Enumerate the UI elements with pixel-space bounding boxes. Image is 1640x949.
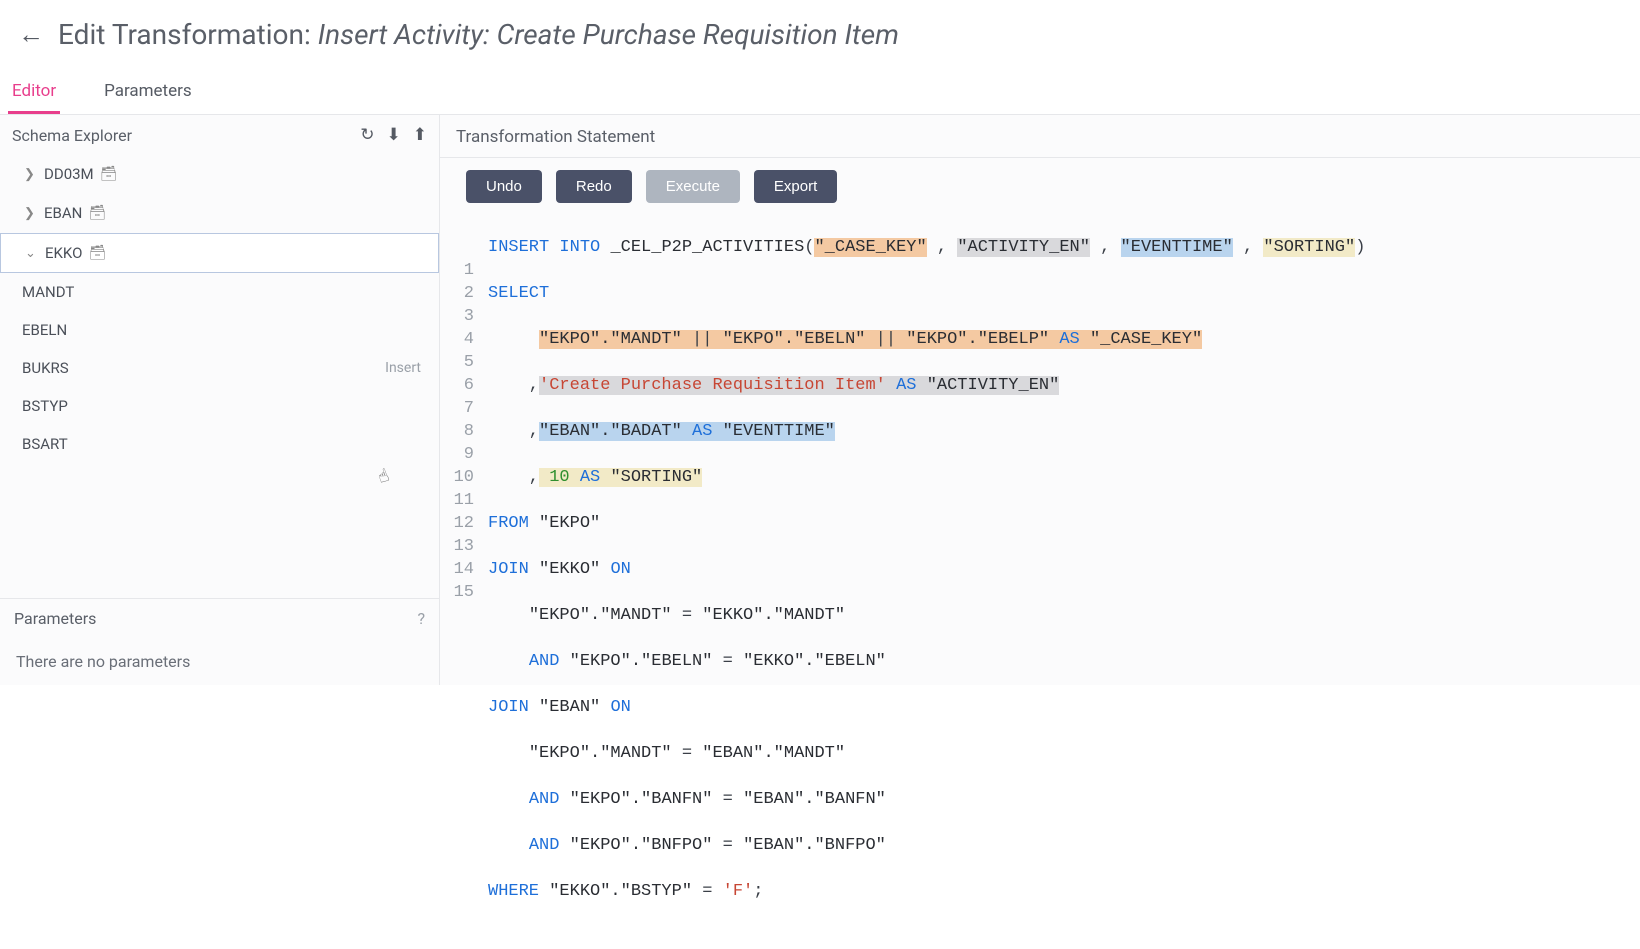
left-sidebar: Schema Explorer ↻ ⬇︎ ⬆︎ ❯ DD03M 🗃︎ ❯ EBA…: [0, 115, 440, 685]
column-bstyp[interactable]: BSTYP: [0, 387, 439, 425]
parameters-panel-title: Parameters: [14, 609, 96, 628]
table-node-dd03m[interactable]: ❯ DD03M 🗃︎: [0, 155, 439, 194]
table-node-ekko[interactable]: ⌄ EKKO 🗃︎: [0, 233, 439, 273]
page-title-italic: Insert Activity: Create Purchase Requisi…: [318, 18, 899, 51]
history-icon[interactable]: ↻: [360, 125, 374, 145]
table-label: EBAN: [44, 204, 82, 222]
page-title: Edit Transformation: Insert Activity: Cr…: [58, 18, 899, 51]
code-editor[interactable]: 123456789101112131415 INSERT INTO _CEL_P…: [440, 213, 1640, 949]
table-label: EKKO: [45, 244, 82, 262]
back-arrow-icon[interactable]: ←: [18, 19, 44, 50]
code-token: "EVENTTIME": [723, 422, 835, 441]
code-token: _CEL_P2P_ACTIVITIES: [610, 238, 804, 257]
chevron-right-icon: ❯: [24, 206, 38, 221]
column-ebeln[interactable]: EBELN: [0, 311, 439, 349]
code-token: "EKKO"."MANDT": [702, 606, 845, 625]
code-token: "EKPO": [539, 514, 600, 533]
column-label: BUKRS: [22, 359, 69, 377]
table-label: DD03M: [44, 165, 94, 183]
code-token: "EBAN"."BANFN": [743, 790, 886, 809]
schema-explorer-tools: ↻ ⬇︎ ⬆︎: [360, 125, 427, 145]
code-token: "EBAN"."BADAT": [539, 422, 682, 441]
expand-all-icon[interactable]: ⬆︎: [413, 125, 427, 145]
chevron-down-icon: ⌄: [25, 246, 39, 261]
redo-button[interactable]: Redo: [556, 170, 632, 203]
column-label: BSTYP: [22, 397, 68, 415]
code-token: "EKPO"."MANDT": [529, 744, 672, 763]
page-title-prefix: Edit Transformation:: [58, 18, 318, 51]
code-token: "EKPO"."MANDT": [529, 606, 672, 625]
code-token: "EKKO": [539, 560, 600, 579]
column-label: BSART: [22, 435, 68, 453]
insert-column-link[interactable]: Insert: [385, 360, 421, 376]
parameters-empty-text: There are no parameters: [0, 638, 439, 685]
code-token: 10: [549, 468, 569, 487]
code-token: "EKPO"."MANDT": [539, 330, 682, 349]
column-label: EBELN: [22, 321, 67, 339]
code-token: "EVENTTIME": [1121, 238, 1233, 257]
code-token: "EKPO"."EBELN": [723, 330, 866, 349]
code-token: "ACTIVITY_EN": [927, 376, 1060, 395]
chevron-right-icon: ❯: [24, 167, 38, 182]
code-token: "_CASE_KEY": [814, 238, 926, 257]
table-icon: 🗃︎: [88, 205, 106, 221]
editor-title: Transformation Statement: [440, 115, 1640, 158]
code-token: 'Create Purchase Requisition Item': [539, 376, 886, 395]
parameters-panel-header: Parameters ?: [0, 598, 439, 638]
column-bukrs[interactable]: BUKRS Insert: [0, 349, 439, 387]
undo-button[interactable]: Undo: [466, 170, 542, 203]
page-header: ← Edit Transformation: Insert Activity: …: [0, 0, 1640, 63]
code-token: "EKKO"."BSTYP": [549, 882, 692, 901]
editor-toolbar: Undo Redo Execute Export: [440, 158, 1640, 213]
table-icon: 🗃︎: [88, 245, 106, 261]
main-tabs: Editor Parameters: [0, 63, 1640, 115]
code-token: "EBAN"."MANDT": [702, 744, 845, 763]
line-gutter: 123456789101112131415: [440, 213, 488, 949]
schema-explorer-title: Schema Explorer: [12, 126, 132, 145]
code-token: "EKPO"."EBELN": [570, 652, 713, 671]
code-token: "SORTING": [610, 468, 702, 487]
table-icon: 🗃︎: [100, 166, 118, 182]
schema-tree: ❯ DD03M 🗃︎ ❯ EBAN 🗃︎ ⌄ EKKO 🗃︎ MANDT EBE…: [0, 155, 439, 598]
workspace: Schema Explorer ↻ ⬇︎ ⬆︎ ❯ DD03M 🗃︎ ❯ EBA…: [0, 115, 1640, 685]
code-token: "EBAN"."BNFPO": [743, 836, 886, 855]
execute-button: Execute: [646, 170, 740, 203]
code-token: "_CASE_KEY": [1090, 330, 1202, 349]
tab-editor[interactable]: Editor: [8, 71, 60, 114]
column-bsart[interactable]: BSART: [0, 425, 439, 463]
help-icon[interactable]: ?: [417, 609, 425, 628]
code-token: "EKPO"."BNFPO": [570, 836, 713, 855]
column-label: MANDT: [22, 283, 74, 301]
table-node-eban[interactable]: ❯ EBAN 🗃︎: [0, 194, 439, 233]
column-mandt[interactable]: MANDT: [0, 273, 439, 311]
editor-panel: Transformation Statement Undo Redo Execu…: [440, 115, 1640, 685]
code-token: "EBAN": [539, 698, 600, 717]
collapse-all-icon[interactable]: ⬇︎: [387, 125, 401, 145]
export-button[interactable]: Export: [754, 170, 837, 203]
tab-parameters[interactable]: Parameters: [100, 71, 196, 114]
code-token: "SORTING": [1263, 238, 1355, 257]
code-token: "EKKO"."EBELN": [743, 652, 886, 671]
code-lines[interactable]: INSERT INTO _CEL_P2P_ACTIVITIES("_CASE_K…: [488, 213, 1640, 949]
code-token: "EKPO"."BANFN": [570, 790, 713, 809]
code-token: "EKPO"."EBELP": [906, 330, 1049, 349]
schema-explorer-header: Schema Explorer ↻ ⬇︎ ⬆︎: [0, 115, 439, 155]
code-token: 'F': [723, 882, 754, 901]
code-token: "ACTIVITY_EN": [957, 238, 1090, 257]
